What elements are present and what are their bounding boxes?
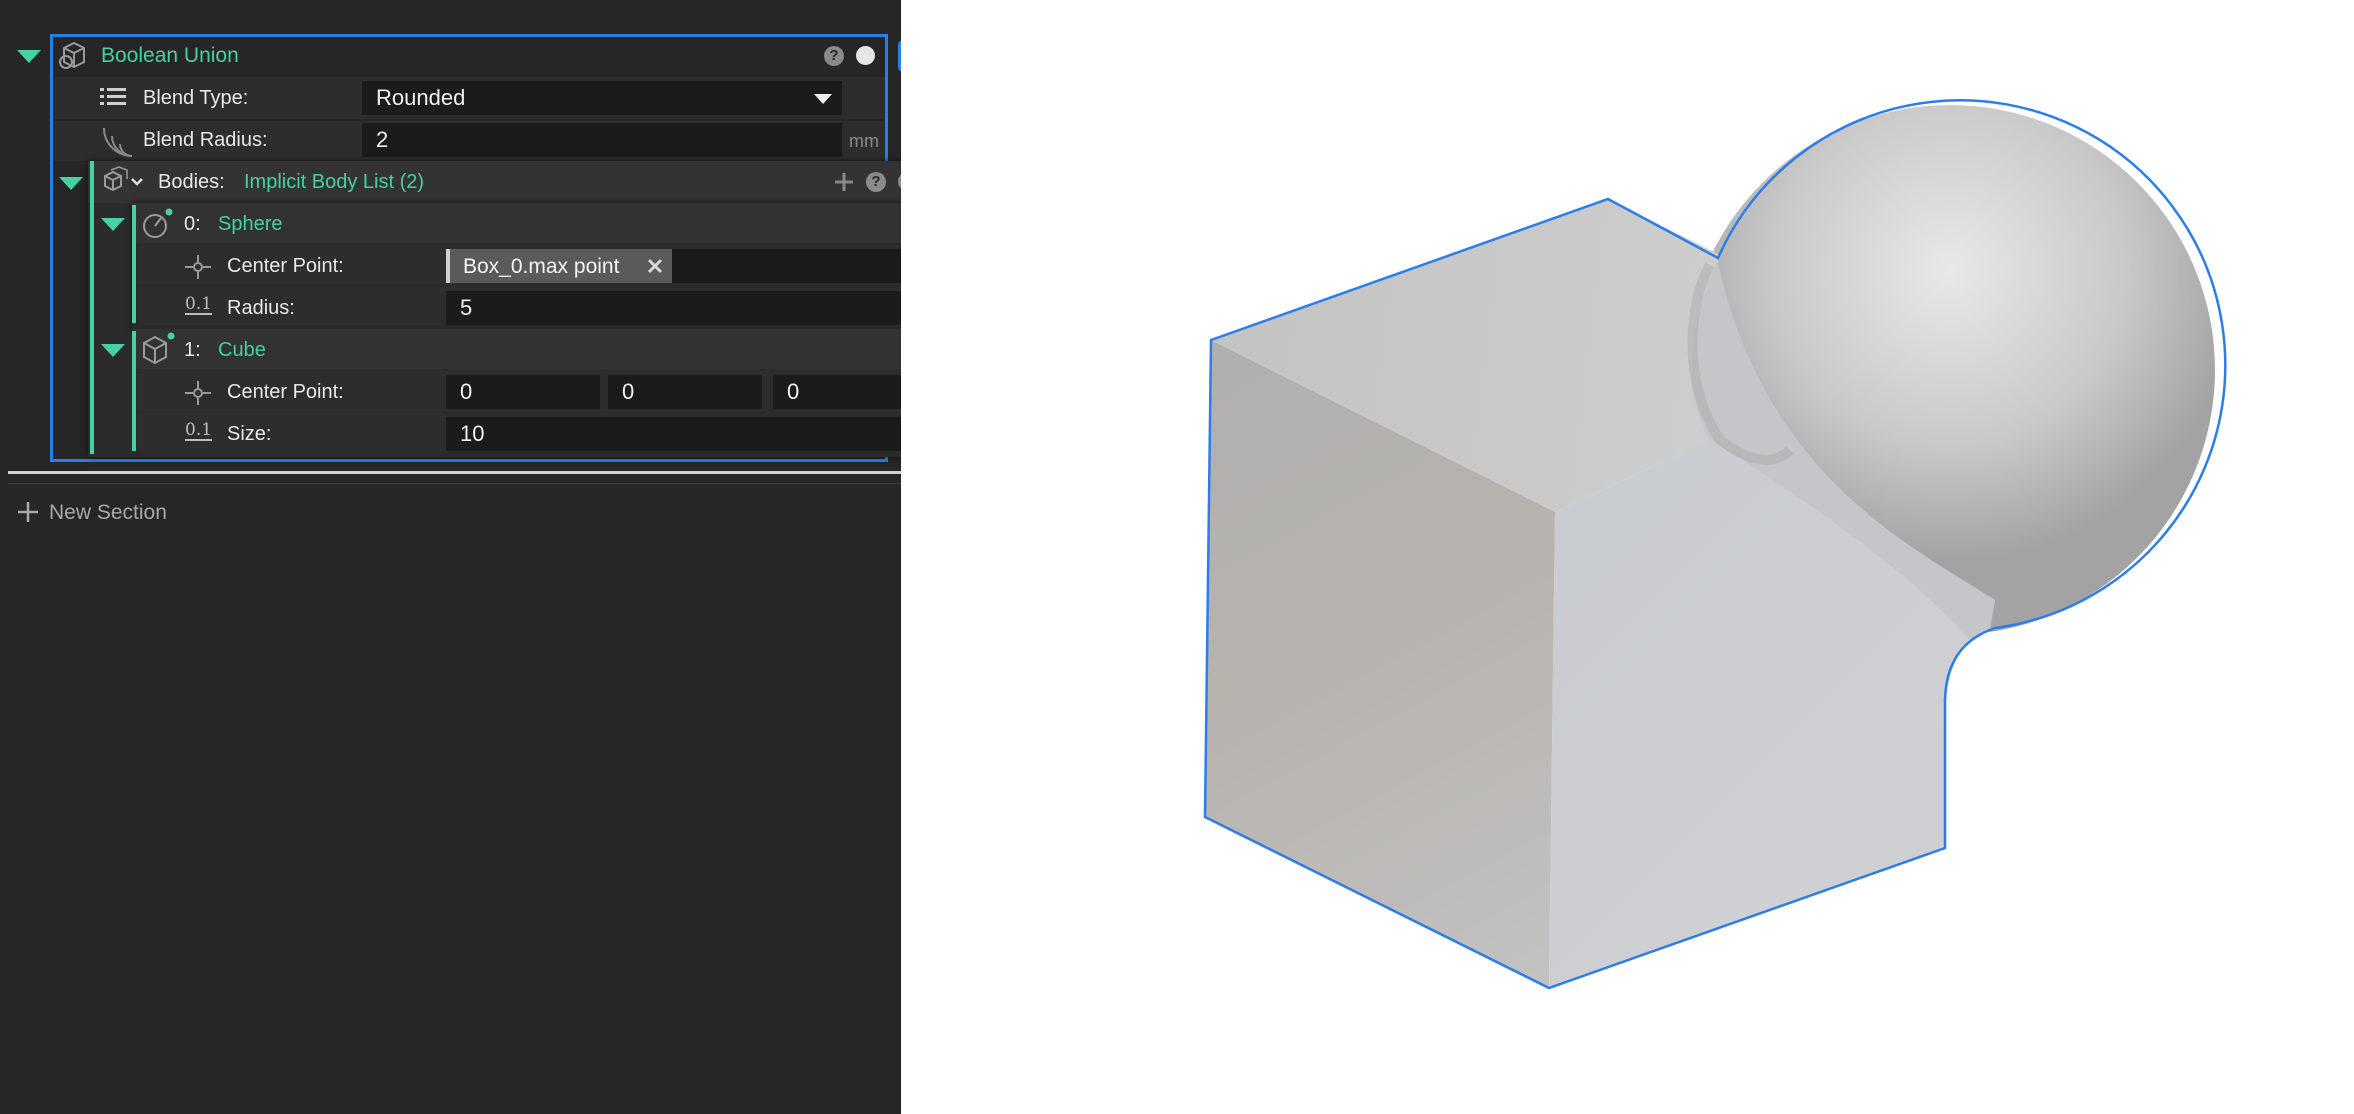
bodies-help-icon[interactable]: ? <box>866 172 886 192</box>
add-icon <box>18 502 38 522</box>
boolean-union-icon <box>58 40 86 77</box>
bodies-label: Bodies: <box>158 171 225 193</box>
clear-icon[interactable] <box>646 257 664 280</box>
bodies-tree-line <box>90 161 94 454</box>
body-list-icon <box>99 166 133 203</box>
blend-radius-icon <box>100 124 134 163</box>
blend-type-label: Blend Type: <box>143 87 249 109</box>
boolean-union-model[interactable] <box>901 0 2354 1114</box>
collapse-bodies-toggle[interactable] <box>59 177 83 190</box>
collapse-cube-toggle[interactable] <box>101 344 125 357</box>
sphere-center-label: Center Point: <box>227 255 344 277</box>
collapse-union-toggle[interactable] <box>17 50 41 63</box>
3d-viewport[interactable] <box>901 0 2354 1114</box>
collapse-sphere-toggle[interactable] <box>101 218 125 231</box>
sphere-icon <box>141 208 173 245</box>
properties-panel: Boolean Union ? Blend Type: Rounded Blen… <box>0 0 972 1114</box>
cube-center-y-input[interactable]: 0 <box>608 375 762 409</box>
cube-icon <box>141 332 175 371</box>
blend-type-value: Rounded <box>376 85 466 110</box>
cube-size-label: Size: <box>227 423 272 445</box>
union-title[interactable]: Boolean Union <box>101 44 239 68</box>
cube-index: 1: <box>184 339 201 361</box>
bodies-expand-chevron-icon[interactable] <box>129 175 145 194</box>
point-icon <box>185 255 211 284</box>
section-divider <box>8 471 901 474</box>
union-visibility-icon[interactable] <box>856 46 875 65</box>
blend-type-select[interactable]: Rounded <box>362 81 842 115</box>
cube-center-x-input[interactable]: 0 <box>446 375 600 409</box>
new-section-button[interactable]: New Section <box>16 498 186 528</box>
point-icon <box>185 381 211 410</box>
bodies-value[interactable]: Implicit Body List (2) <box>244 171 424 194</box>
bodies-add-icon[interactable] <box>833 171 855 198</box>
decimal-icon: 0.1 <box>185 420 213 441</box>
section-divider-lower <box>8 483 901 484</box>
sphere-name[interactable]: Sphere <box>218 213 283 236</box>
sphere-radius-input[interactable]: 5 <box>446 291 927 325</box>
cube-center-label: Center Point: <box>227 381 344 403</box>
sphere-center-reference: Box_0.max point <box>463 255 620 278</box>
new-section-label: New Section <box>49 501 167 524</box>
dropdown-icon <box>814 94 832 104</box>
union-help-icon[interactable]: ? <box>824 46 844 66</box>
cube-tree-line <box>132 331 136 451</box>
cube-size-input[interactable]: 10 <box>446 417 927 451</box>
sphere-center-reference-chip[interactable]: Box_0.max point <box>446 249 672 283</box>
list-icon <box>100 86 126 113</box>
blend-radius-unit: mm <box>849 131 879 151</box>
blend-radius-input[interactable]: 2 <box>362 123 842 157</box>
sphere-index: 0: <box>184 213 201 235</box>
cube-name[interactable]: Cube <box>218 339 266 362</box>
decimal-icon: 0.1 <box>185 294 213 315</box>
blend-radius-label: Blend Radius: <box>143 129 268 151</box>
sphere-radius-label: Radius: <box>227 297 295 319</box>
sphere-tree-line <box>132 205 136 323</box>
